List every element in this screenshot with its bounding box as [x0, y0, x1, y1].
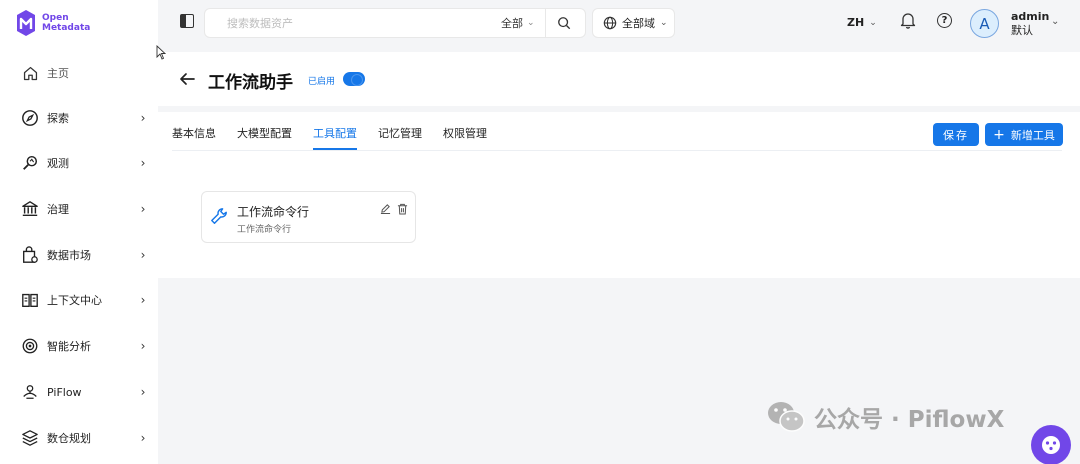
plus-icon: +: [993, 126, 1005, 143]
sidebar: Open Metadata 主页 探索 › 观测 › 治理 › 数据市场 › 上…: [0, 0, 158, 464]
sidebar-item-label: 数仓规划: [47, 432, 91, 445]
wechat-icon: [768, 402, 805, 432]
sidebar-item-warehouse-planning[interactable]: 数仓规划 ›: [20, 426, 148, 450]
sidebar-item-label: 上下文中心: [47, 294, 102, 307]
domain-select[interactable]: 全部域 ⌄: [592, 8, 675, 38]
status-label: 已启用: [308, 77, 336, 87]
sidebar-item-label: 观测: [47, 157, 69, 170]
piflow-icon: [20, 382, 40, 402]
chevron-right-icon: ›: [140, 202, 146, 216]
top-bar: 全部 ⌄ 全部域 ⌄ ZH ⌄ ? A admin 默认 ⌄: [158, 0, 1080, 48]
sidebar-item-observe[interactable]: 观测 ›: [20, 151, 148, 175]
compass-icon: [20, 108, 40, 128]
add-tool-button[interactable]: + 新增工具: [985, 123, 1063, 146]
tool-name: 工作流命令行: [237, 205, 310, 219]
tool-description: 工作流命令行: [237, 225, 292, 235]
layers-icon: [20, 428, 40, 448]
search-scope-select[interactable]: 全部 ⌄: [501, 15, 535, 31]
add-tool-label: 新增工具: [1010, 128, 1055, 142]
search-input[interactable]: [227, 16, 487, 30]
observe-icon: [20, 153, 40, 173]
user-name: admin: [1011, 10, 1050, 23]
language-label: ZH: [847, 16, 865, 29]
sidebar-item-label: PiFlow: [47, 385, 82, 399]
sidebar-item-piflow[interactable]: PiFlow ›: [20, 380, 148, 404]
delete-icon[interactable]: [397, 203, 408, 215]
marketplace-icon: [20, 245, 40, 265]
tab-divider: [172, 150, 1062, 151]
search-button[interactable]: [546, 8, 582, 38]
tab-memory-management[interactable]: 记忆管理: [378, 122, 422, 150]
chevron-right-icon: ›: [140, 385, 146, 399]
page-title: 工作流助手: [208, 73, 293, 93]
app-logo[interactable]: Open Metadata: [14, 9, 90, 37]
sidebar-item-marketplace[interactable]: 数据市场 ›: [20, 243, 148, 267]
chevron-down-icon: ⌄: [869, 17, 877, 28]
chevron-down-icon: ⌄: [527, 18, 535, 28]
user-info[interactable]: admin 默认: [1011, 10, 1049, 38]
chevron-right-icon: ›: [140, 156, 146, 170]
wrench-icon: [211, 208, 227, 224]
tab-bar: 基本信息 大模型配置 工具配置 记忆管理 权限管理: [172, 122, 508, 150]
book-icon: [20, 290, 40, 310]
insight-icon: [20, 336, 40, 356]
bot-icon: [1042, 436, 1060, 454]
logo-text-line2: Metadata: [42, 23, 91, 33]
main-content: 基本信息 大模型配置 工具配置 记忆管理 权限管理 保存 + 新增工具 工作流命…: [158, 112, 1080, 278]
language-select[interactable]: ZH ⌄: [847, 16, 877, 29]
sidebar-item-home[interactable]: 主页: [20, 61, 148, 85]
save-button[interactable]: 保存: [933, 123, 979, 146]
sidebar-item-label: 探索: [47, 112, 69, 125]
assistant-fab-button[interactable]: [1031, 425, 1071, 464]
tab-tool-config[interactable]: 工具配置: [313, 122, 357, 150]
bank-icon: [20, 199, 40, 219]
home-icon: [20, 63, 40, 83]
logo-text-line1: Open: [42, 13, 69, 23]
sidebar-toggle-icon[interactable]: [180, 14, 194, 28]
bell-icon[interactable]: [900, 11, 916, 29]
tab-basic-info[interactable]: 基本信息: [172, 122, 216, 150]
sidebar-item-label: 数据市场: [47, 249, 91, 262]
mouse-cursor-icon: [156, 45, 166, 60]
sidebar-item-explore[interactable]: 探索 ›: [20, 106, 148, 130]
chevron-right-icon: ›: [140, 431, 146, 445]
search-bar: 全部 ⌄: [204, 8, 586, 38]
page-header: 工作流助手 已启用: [158, 52, 1080, 106]
globe-icon: [603, 16, 617, 30]
tab-llm-config[interactable]: 大模型配置: [237, 122, 292, 150]
chevron-right-icon: ›: [140, 248, 146, 262]
tab-permission-management[interactable]: 权限管理: [443, 122, 487, 150]
avatar[interactable]: A: [970, 9, 999, 38]
enabled-toggle[interactable]: [343, 72, 365, 86]
chevron-right-icon: ›: [140, 111, 146, 125]
edit-icon[interactable]: [380, 203, 391, 214]
openmetadata-logo-icon: [17, 10, 35, 36]
back-arrow-icon[interactable]: [178, 70, 196, 88]
search-icon: [557, 17, 570, 30]
chevron-down-icon: ⌄: [660, 18, 668, 28]
sidebar-item-label: 智能分析: [47, 340, 91, 353]
sidebar-item-label: 主页: [47, 67, 69, 80]
watermark-text: 公众号 · PiflowX: [814, 407, 1005, 433]
watermark: 公众号 · PiflowX: [766, 400, 1004, 434]
chevron-right-icon: ›: [140, 293, 146, 307]
search-scope-label: 全部: [501, 17, 523, 30]
user-role: 默认: [1011, 24, 1033, 37]
help-icon[interactable]: ?: [937, 13, 952, 28]
sidebar-item-label: 治理: [47, 203, 69, 216]
domain-label: 全部域: [622, 17, 655, 30]
sidebar-item-context-center[interactable]: 上下文中心 ›: [20, 288, 148, 312]
sidebar-item-governance[interactable]: 治理 ›: [20, 197, 148, 221]
tool-card[interactable]: 工作流命令行 工作流命令行: [201, 191, 416, 243]
chevron-right-icon: ›: [140, 339, 146, 353]
sidebar-item-insights[interactable]: 智能分析 ›: [20, 334, 148, 358]
chevron-down-icon[interactable]: ⌄: [1051, 16, 1059, 27]
